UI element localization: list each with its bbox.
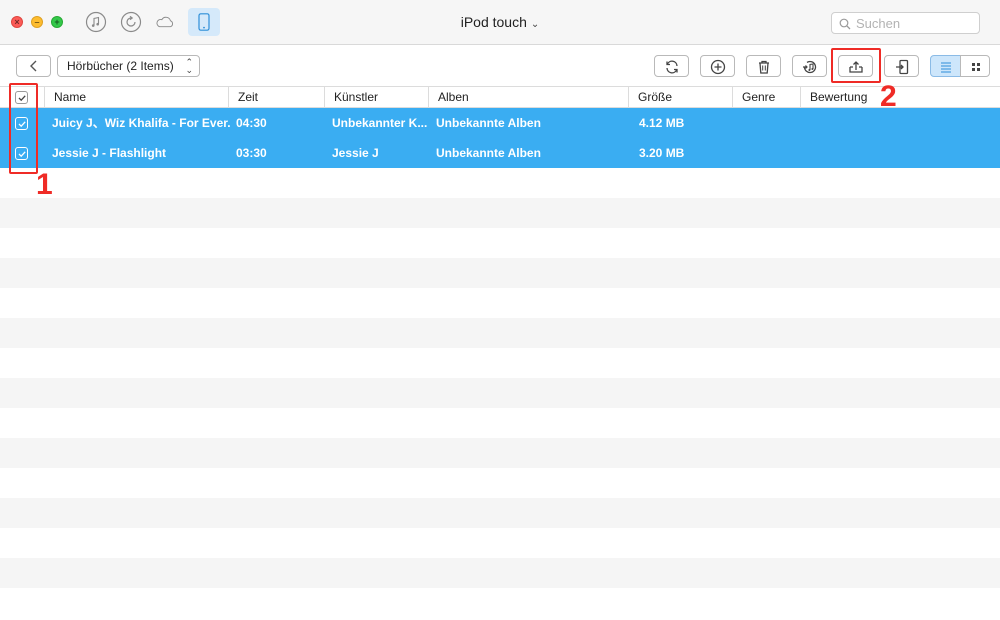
column-header-album[interactable]: Alben: [429, 87, 629, 107]
column-header-time[interactable]: Zeit: [229, 87, 325, 107]
updown-chevron-icon: ⌃ ⌄: [185, 57, 193, 75]
title-bar: × – + iPod touch ⌄: [0, 0, 1000, 45]
callout-box-export: [831, 48, 881, 83]
cell-name: Juicy J、Wiz Khalifa - For Ever...: [52, 116, 230, 130]
cell-album: Unbekannte Alben: [436, 116, 541, 130]
search-input[interactable]: [856, 15, 976, 31]
cell-genre: [741, 138, 801, 168]
cell-size: 3.20 MB: [639, 146, 685, 160]
empty-row: [0, 528, 1000, 558]
table-row[interactable]: Juicy J、Wiz Khalifa - For Ever... 04:30 …: [0, 108, 1000, 138]
column-header-size[interactable]: Größe: [629, 87, 733, 107]
cell-time: 04:30: [236, 116, 267, 130]
empty-row: [0, 198, 1000, 228]
cell-rating: [809, 108, 989, 138]
search-box[interactable]: [831, 12, 980, 34]
cell-time: 03:30: [236, 146, 267, 160]
refresh-icon: [666, 60, 678, 74]
callout-box-checkboxes: [9, 83, 38, 174]
cell-rating: [809, 138, 989, 168]
empty-row: [0, 258, 1000, 288]
audiobook-table: Name Zeit Künstler Alben Größe Genre Bew…: [0, 86, 1000, 620]
column-header-artist[interactable]: Künstler: [325, 87, 429, 107]
empty-row: [0, 318, 1000, 348]
send-to-itunes-button[interactable]: [792, 55, 827, 77]
column-header-name[interactable]: Name: [45, 87, 229, 107]
empty-row: [0, 588, 1000, 618]
list-view-button[interactable]: [930, 55, 961, 77]
cell-album: Unbekannte Alben: [436, 146, 541, 160]
cell-size: 4.12 MB: [639, 116, 685, 130]
cell-artist: Unbekannter K...: [332, 116, 427, 130]
empty-row: [0, 168, 1000, 198]
chevron-left-icon: [30, 60, 37, 72]
empty-row: [0, 468, 1000, 498]
trash-icon: [759, 60, 769, 74]
cell-genre: [741, 108, 801, 138]
cell-artist: Jessie J: [332, 146, 379, 160]
search-icon: [839, 18, 851, 30]
grid-icon: [972, 63, 980, 71]
callout-number-1: 1: [36, 168, 53, 201]
category-label: Hörbücher (2 Items): [67, 59, 174, 73]
delete-button[interactable]: [746, 55, 781, 77]
callout-number-2: 2: [880, 80, 897, 113]
list-icon: [941, 62, 951, 73]
empty-row: [0, 408, 1000, 438]
device-name: iPod touch: [460, 14, 527, 30]
empty-row: [0, 378, 1000, 408]
chevron-down-icon: ⌄: [530, 19, 540, 30]
empty-row: [0, 228, 1000, 258]
empty-row: [0, 498, 1000, 528]
grid-view-button[interactable]: [960, 55, 990, 77]
back-button[interactable]: [16, 55, 51, 77]
add-to-device-button[interactable]: [884, 55, 919, 77]
category-dropdown[interactable]: Hörbücher (2 Items) ⌃ ⌄: [57, 55, 200, 77]
to-device-icon: [896, 59, 909, 75]
empty-row: [0, 348, 1000, 378]
table-header: Name Zeit Künstler Alben Größe Genre Bew…: [0, 86, 1000, 108]
itunes-transfer-icon: [803, 60, 817, 74]
table-row[interactable]: Jessie J - Flashlight 03:30 Jessie J Unb…: [0, 138, 1000, 168]
plus-circle-icon: [710, 59, 726, 75]
empty-row: [0, 558, 1000, 588]
column-header-genre[interactable]: Genre: [733, 87, 801, 107]
empty-row: [0, 288, 1000, 318]
refresh-button[interactable]: [654, 55, 689, 77]
column-header-rating[interactable]: Bewertung: [801, 87, 1000, 107]
add-button[interactable]: [700, 55, 735, 77]
empty-row: [0, 438, 1000, 468]
cell-name: Jessie J - Flashlight: [52, 146, 167, 160]
